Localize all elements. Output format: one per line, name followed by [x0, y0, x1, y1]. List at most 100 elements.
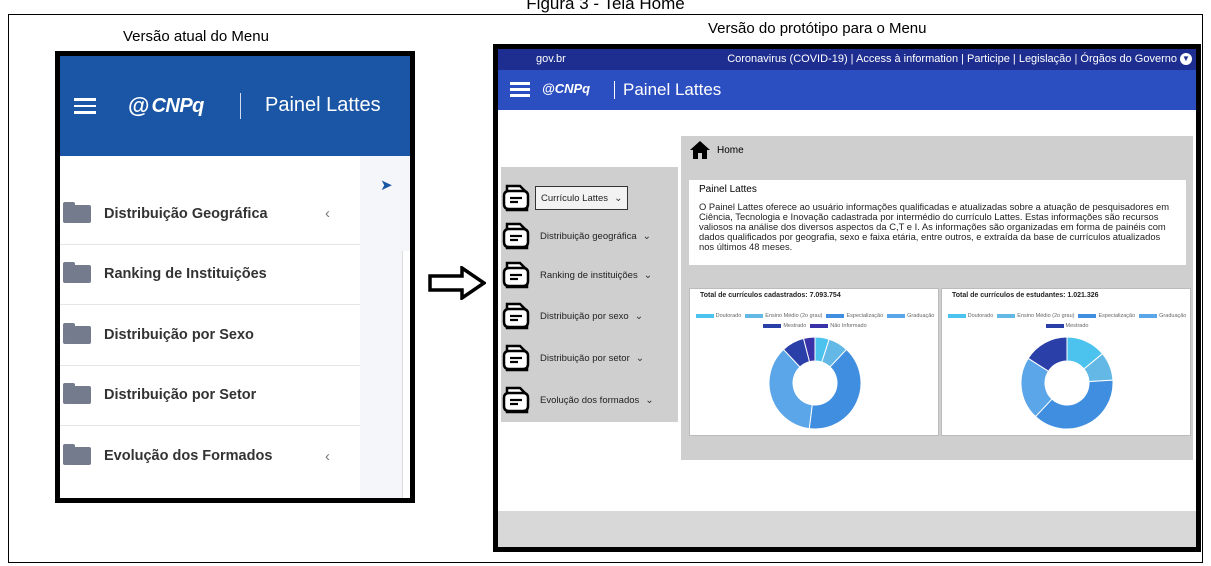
folder-icon	[63, 444, 91, 466]
sidebar-item-label[interactable]: Distribuição por sexo ⌄	[535, 304, 648, 328]
cnpq-logo[interactable]: @ CNPq	[128, 93, 204, 119]
prototype-header: @CNPq Painel Lattes	[498, 70, 1196, 110]
gov-br-link[interactable]: gov.br	[536, 53, 566, 65]
cnpq-logo-text: CNPq	[151, 94, 204, 117]
breadcrumb[interactable]: Home	[689, 140, 744, 160]
sidebar-item-label[interactable]: Evolução dos formados ⌄	[535, 388, 659, 412]
hamburger-menu-icon[interactable]	[510, 82, 530, 97]
legend-entry[interactable]: Mestrado	[1045, 321, 1089, 331]
right-arrow-icon	[428, 266, 486, 300]
cnpq-logo[interactable]: @CNPq	[542, 81, 590, 96]
content-card	[402, 251, 410, 498]
legend-label: Especialização	[846, 313, 884, 319]
legend-label: Não Informado	[830, 323, 867, 329]
legend-entry[interactable]: Não Informado	[810, 321, 867, 331]
folder-icon	[63, 383, 91, 405]
page-title: Painel Lattes	[623, 80, 722, 99]
current-menu-screen: @ CNPq Painel Lattes ➤ Distribuição Geog…	[55, 51, 415, 503]
info-panel: Painel Lattes O Painel Lattes oferece ao…	[689, 180, 1186, 265]
sidebar-label-text: Distribuição por setor	[540, 352, 630, 364]
chevron-down-icon[interactable]: ⌄	[643, 231, 651, 242]
hamburger-menu-icon[interactable]	[74, 98, 96, 114]
folder-icon	[63, 322, 91, 344]
header-divider	[240, 93, 241, 119]
chart-title: Total de currículos cadastrados: 7.093.7…	[700, 292, 841, 299]
sidebar-item[interactable]: Evolução dos formados ⌄	[502, 383, 672, 417]
chevron-down-icon[interactable]: ⌄	[644, 270, 652, 281]
cnpq-logo-text: CNPq	[554, 81, 591, 96]
sidebar-item-label[interactable]: Distribuição por setor ⌄	[535, 346, 649, 370]
sidebar-label-text: Distribuição por sexo	[540, 310, 629, 322]
sidebar-item-label[interactable]: Distribuição geográfica ⌄	[535, 224, 656, 248]
sidebar-item-label[interactable]: Currículo Lattes ⌄	[535, 186, 629, 210]
current-body: ➤ Distribuição Geográfica ‹ Ranking de I…	[60, 156, 410, 498]
sidebar-item[interactable]: Distribuição por setor ⌄	[502, 341, 672, 375]
chart-title: Total de currículos de estudantes: 1.021…	[952, 292, 1099, 299]
sidebar-label-text: Evolução dos formados	[540, 394, 640, 406]
legend-entry[interactable]: Especialização	[1078, 311, 1135, 321]
sidebar-item[interactable]: Distribuição por sexo ⌄	[502, 299, 672, 333]
legend-entry[interactable]: Graduação	[887, 311, 934, 321]
legend-label: Graduação	[1159, 313, 1187, 319]
sidebar-item[interactable]: Distribuição geográfica ⌄	[502, 219, 672, 253]
menu-item-label: Distribuição por Sexo	[104, 326, 254, 343]
page-title: Painel Lattes	[265, 94, 381, 116]
donut-chart	[768, 336, 862, 430]
chart-curriculos-cadastrados: Total de currículos cadastrados: 7.093.7…	[689, 288, 939, 436]
legend-entry[interactable]: Doutorado	[695, 311, 741, 321]
chevron-left-icon[interactable]: ‹	[325, 205, 330, 222]
menu-item-label: Ranking de Instituições	[104, 266, 267, 283]
document-icon	[502, 302, 530, 330]
chart-legend: Doutorado Ensino Médio (2o grau) Especiali…	[690, 311, 940, 331]
menu-item-distribuicao-sexo[interactable]: Distribuição por Sexo	[60, 305, 360, 366]
prototype-screen: gov.br Coronavirus (COVID-19) | Access à…	[493, 44, 1201, 552]
breadcrumb-home[interactable]: Home	[717, 145, 744, 156]
prototype-footer	[498, 511, 1196, 547]
donut-chart	[1020, 336, 1114, 430]
chart-legend: Doutorado Ensino Médio (2o grau) Especiali…	[942, 311, 1192, 331]
chevron-down-icon[interactable]: ⌄	[645, 395, 653, 406]
chevron-left-icon[interactable]: ‹	[325, 448, 330, 465]
chevron-down-icon[interactable]: ▼	[1180, 53, 1192, 65]
legend-entry[interactable]: Doutorado	[947, 311, 994, 321]
gov-bar: gov.br Coronavirus (COVID-19) | Access à…	[498, 49, 1196, 70]
home-icon[interactable]	[689, 140, 711, 160]
prototype-content: Home Painel Lattes O Painel Lattes ofere…	[681, 136, 1193, 460]
info-text: O Painel Lattes oferece ao usuário infor…	[699, 201, 1170, 252]
gov-links[interactable]: Coronavirus (COVID-19) | Access à inform…	[727, 53, 1192, 65]
menu-item-evolucao-formados[interactable]: Evolução dos Formados ‹	[60, 426, 360, 487]
sidebar-item[interactable]: Ranking de instituições ⌄	[502, 258, 672, 292]
sidebar-item[interactable]: Currículo Lattes ⌄	[502, 181, 672, 215]
document-icon	[502, 344, 530, 372]
figure-title: Figura 3 - Tela Home	[526, 0, 685, 13]
menu-item-label: Distribuição por Setor	[104, 387, 257, 404]
menu-item-ranking-instituicoes[interactable]: Ranking de Instituições	[60, 245, 360, 305]
info-heading: Painel Lattes	[699, 184, 757, 195]
caption-prototype-menu: Versão do protótipo para o Menu	[708, 20, 927, 37]
legend-entry[interactable]: Graduação	[1139, 311, 1186, 321]
home-icon[interactable]: ➤	[380, 176, 393, 194]
legend-entry[interactable]: Especialização	[826, 311, 883, 321]
legend-label: Mestrado	[1065, 323, 1089, 329]
legend-entry[interactable]: Ensino Médio (2o grau)	[997, 311, 1074, 321]
document-icon	[502, 261, 530, 289]
menu-item-label: Distribuição Geográfica	[104, 205, 268, 222]
cnpq-logo-icon: @	[128, 93, 150, 118]
sidebar-item-label[interactable]: Ranking de instituições ⌄	[535, 263, 657, 287]
menu-item-distribuicao-geografica[interactable]: Distribuição Geográfica ‹	[60, 184, 360, 245]
current-header: @ CNPq Painel Lattes	[60, 56, 410, 156]
menu-item-label: Evolução dos Formados	[104, 448, 273, 465]
chevron-down-icon[interactable]: ⌄	[614, 193, 622, 204]
menu-item-distribuicao-setor[interactable]: Distribuição por Setor	[60, 366, 360, 426]
legend-entry[interactable]: Mestrado	[763, 321, 806, 331]
legend-label: Graduação	[907, 313, 935, 319]
legend-label: Mestrado	[783, 323, 807, 329]
legend-label: Especialização	[1098, 313, 1136, 319]
chart-curriculos-estudantes: Total de currículos de estudantes: 1.021…	[941, 288, 1191, 436]
gov-links-text[interactable]: Coronavirus (COVID-19) | Access à inform…	[727, 53, 1177, 65]
legend-label: Doutorado	[967, 313, 994, 319]
folder-icon	[63, 262, 91, 284]
chevron-down-icon[interactable]: ⌄	[636, 353, 644, 364]
legend-entry[interactable]: Ensino Médio (2o grau)	[745, 311, 822, 321]
chevron-down-icon[interactable]: ⌄	[635, 311, 643, 322]
